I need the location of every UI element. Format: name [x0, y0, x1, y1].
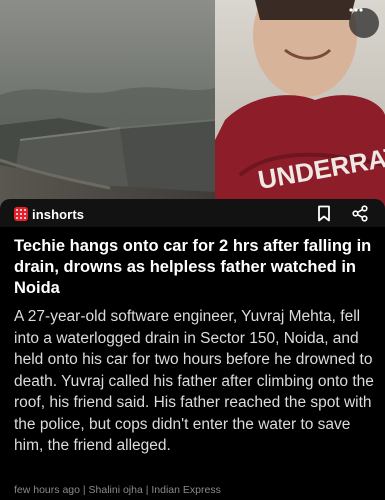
share-icon	[352, 204, 368, 222]
bookmark-icon	[318, 205, 330, 221]
article-meta[interactable]: few hours ago | Shalini ojha | Indian Ex…	[14, 484, 221, 496]
article-title: Techie hangs onto car for 2 hrs after fa…	[14, 237, 372, 297]
hero-image-art: UNDERRATED	[0, 0, 385, 213]
inshorts-logo-icon	[14, 207, 28, 221]
brand-name: inshorts	[32, 206, 85, 222]
share-button[interactable]	[350, 203, 370, 223]
more-horizontal-icon	[349, 8, 363, 12]
article-body: A 27-year-old software engineer, Yuvraj …	[14, 308, 374, 454]
bookmark-button[interactable]	[314, 203, 334, 223]
brand[interactable]: inshorts	[14, 204, 84, 224]
hero-image: UNDERRATED	[0, 0, 385, 213]
more-options-button[interactable]	[349, 8, 379, 38]
